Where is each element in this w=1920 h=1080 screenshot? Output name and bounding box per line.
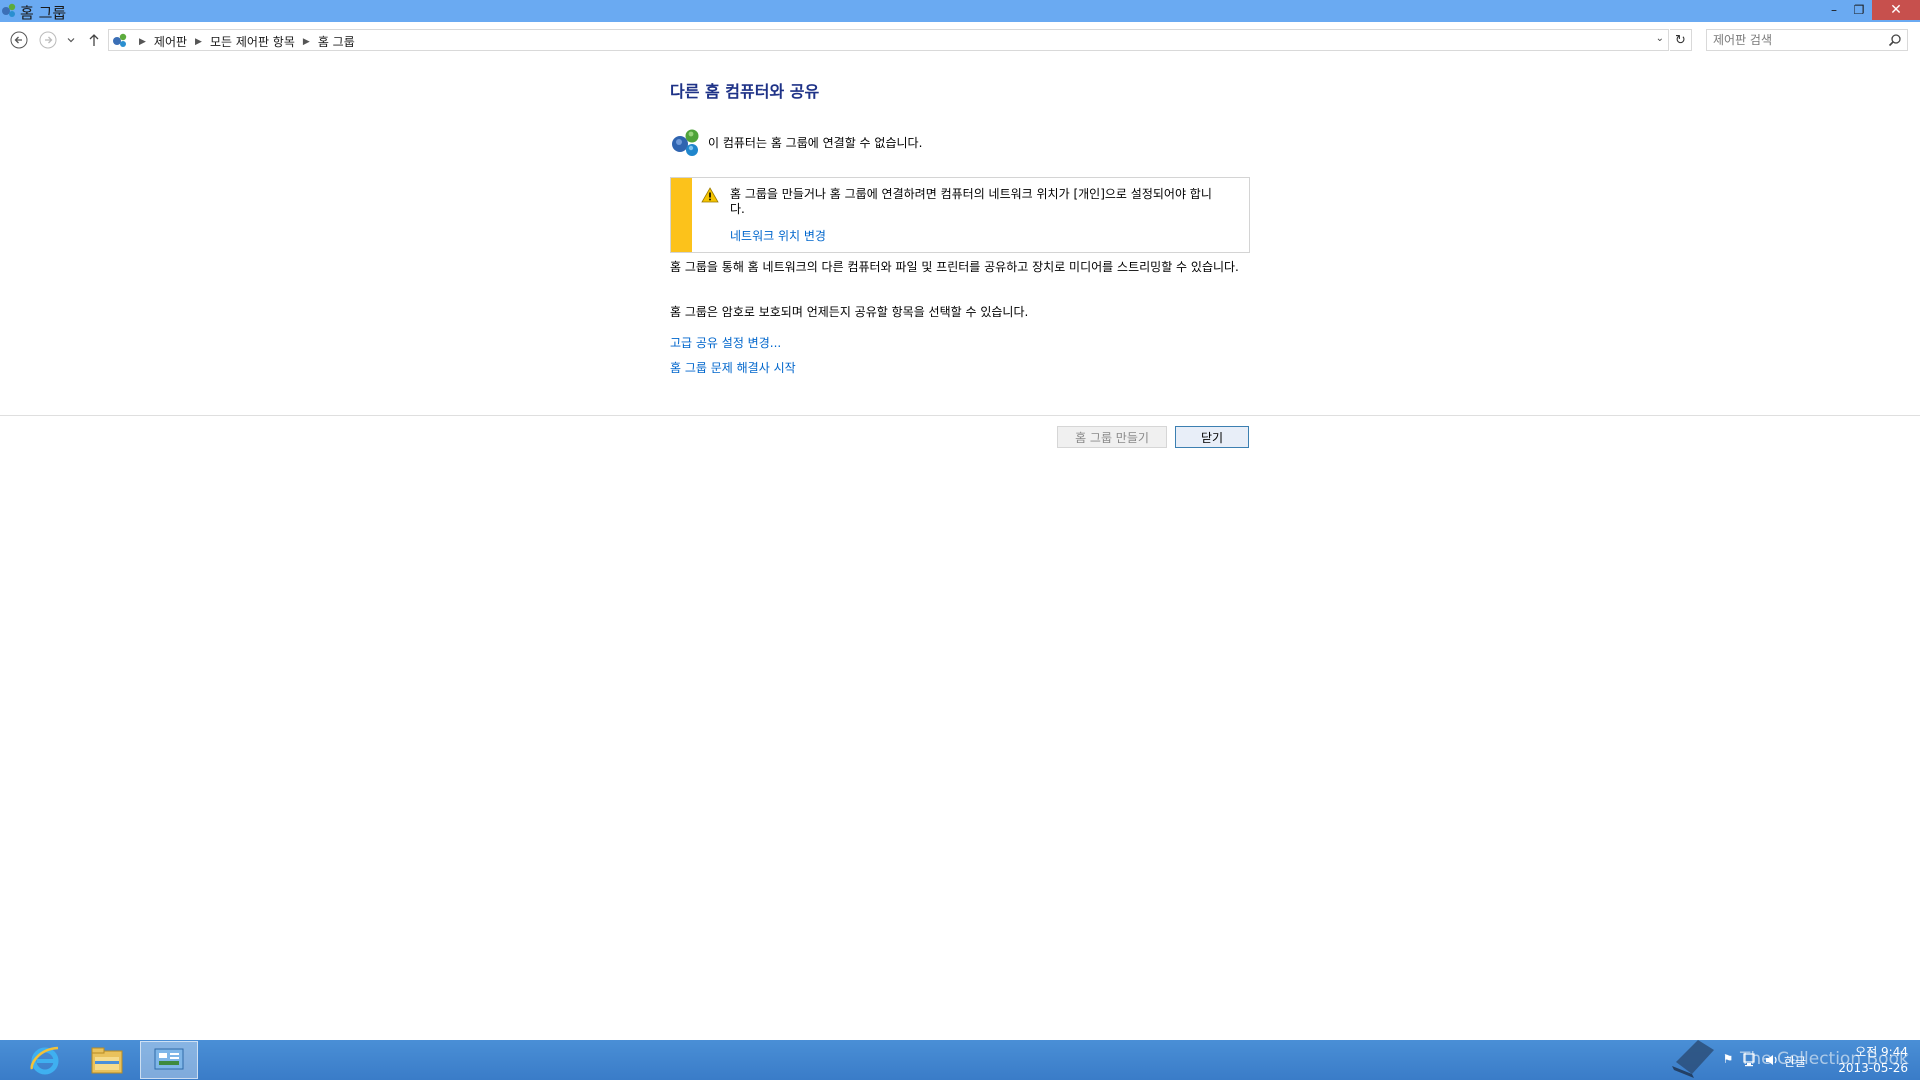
folder-icon [91, 1047, 123, 1074]
back-arrow-icon [10, 31, 28, 49]
chevron-right-icon[interactable]: ▶ [303, 37, 310, 47]
change-network-location-link[interactable]: 네트워크 위치 변경 [730, 227, 826, 244]
control-panel-icon [154, 1048, 184, 1070]
chevron-right-icon[interactable]: ▶ [195, 37, 202, 47]
warning-box: 홈 그룹을 만들거나 홈 그룹에 연결하려면 컴퓨터의 네트워크 위치가 [개인… [670, 177, 1250, 253]
restore-icon: ❐ [1853, 3, 1865, 17]
description-text: 홈 그룹을 통해 홈 네트워크의 다른 컴퓨터와 파일 및 프린터를 공유하고 … [670, 260, 1239, 274]
back-button[interactable] [9, 30, 29, 50]
troubleshooter-link[interactable]: 홈 그룹 문제 해결사 시작 [670, 359, 796, 376]
title-bar: 홈 그룹 – ❐ ✕ [0, 0, 1920, 22]
clock-date: 2013-05-26 [1838, 1061, 1908, 1075]
watermark-book-icon [1672, 1040, 1714, 1078]
create-homegroup-button[interactable]: 홈 그룹 만들기 [1057, 426, 1167, 448]
forward-button[interactable] [38, 30, 58, 50]
search-input[interactable] [1713, 32, 1883, 48]
taskbar-internet-explorer[interactable] [16, 1041, 74, 1079]
breadcrumb-all-items[interactable]: 모든 제어판 항목 [210, 33, 295, 50]
taskbar: The Collection Book ⚑ 한글 오전 9:44 2013-05… [0, 1040, 1920, 1080]
taskbar-file-explorer[interactable] [78, 1041, 136, 1079]
window-title: 홈 그룹 [20, 4, 67, 22]
ime-indicator[interactable]: 한글 [1784, 1053, 1806, 1070]
network-icon[interactable] [1742, 1052, 1758, 1068]
warning-icon [701, 187, 719, 203]
close-button[interactable]: 닫기 [1175, 426, 1249, 448]
homegroup-icon [2, 3, 16, 17]
close-window-button[interactable]: ✕ [1872, 0, 1920, 20]
close-icon: ✕ [1890, 2, 1902, 18]
taskbar-control-panel[interactable] [140, 1041, 198, 1079]
minimize-button[interactable]: – [1822, 0, 1846, 20]
address-dropdown-icon[interactable]: ⌄ [1656, 33, 1664, 44]
taskbar-clock[interactable]: 오전 9:44 2013-05-26 [1824, 1044, 1908, 1076]
status-row: 이 컴퓨터는 홈 그룹에 연결할 수 없습니다. [670, 126, 922, 158]
homegroup-icon [672, 129, 699, 156]
minimize-icon: – [1831, 3, 1837, 17]
chevron-down-icon [67, 38, 75, 43]
search-box[interactable] [1706, 29, 1908, 51]
up-arrow-icon [89, 34, 99, 46]
maximize-button[interactable]: ❐ [1846, 0, 1872, 20]
homegroup-icon [113, 33, 127, 47]
refresh-icon: ↻ [1675, 32, 1686, 48]
warning-text: 홈 그룹을 만들거나 홈 그룹에 연결하려면 컴퓨터의 네트워크 위치가 [개인… [730, 187, 1212, 216]
footer-divider [0, 415, 1920, 416]
address-bar[interactable]: ▶ 제어판 ▶ 모든 제어판 항목 ▶ 홈 그룹 ⌄ [108, 29, 1669, 51]
breadcrumb-homegroup[interactable]: 홈 그룹 [318, 33, 355, 50]
warning-accent-bar [671, 178, 692, 252]
chevron-right-icon[interactable]: ▶ [139, 37, 146, 47]
search-icon[interactable] [1888, 33, 1902, 47]
recent-locations-button[interactable] [64, 30, 78, 50]
internet-explorer-icon [30, 1046, 59, 1075]
refresh-button[interactable]: ↻ [1670, 29, 1692, 51]
navigation-bar: ▶ 제어판 ▶ 모든 제어판 항목 ▶ 홈 그룹 ⌄ ↻ [0, 22, 1920, 58]
clock-time: 오전 9:44 [1855, 1045, 1908, 1059]
page-title: 다른 홈 컴퓨터와 공유 [670, 82, 820, 101]
breadcrumb: ▶ 제어판 ▶ 모든 제어판 항목 ▶ 홈 그룹 [131, 33, 355, 50]
password-info-text: 홈 그룹은 암호로 보호되며 언제든지 공유할 항목을 선택할 수 있습니다. [670, 305, 1029, 319]
breadcrumb-control-panel[interactable]: 제어판 [154, 33, 187, 50]
status-text: 이 컴퓨터는 홈 그룹에 연결할 수 없습니다. [708, 135, 923, 150]
forward-arrow-icon [39, 31, 57, 49]
action-center-flag-icon[interactable]: ⚑ [1720, 1052, 1736, 1068]
speaker-icon[interactable] [1764, 1052, 1780, 1068]
up-button[interactable] [84, 30, 104, 50]
advanced-sharing-link[interactable]: 고급 공유 설정 변경... [670, 334, 781, 351]
